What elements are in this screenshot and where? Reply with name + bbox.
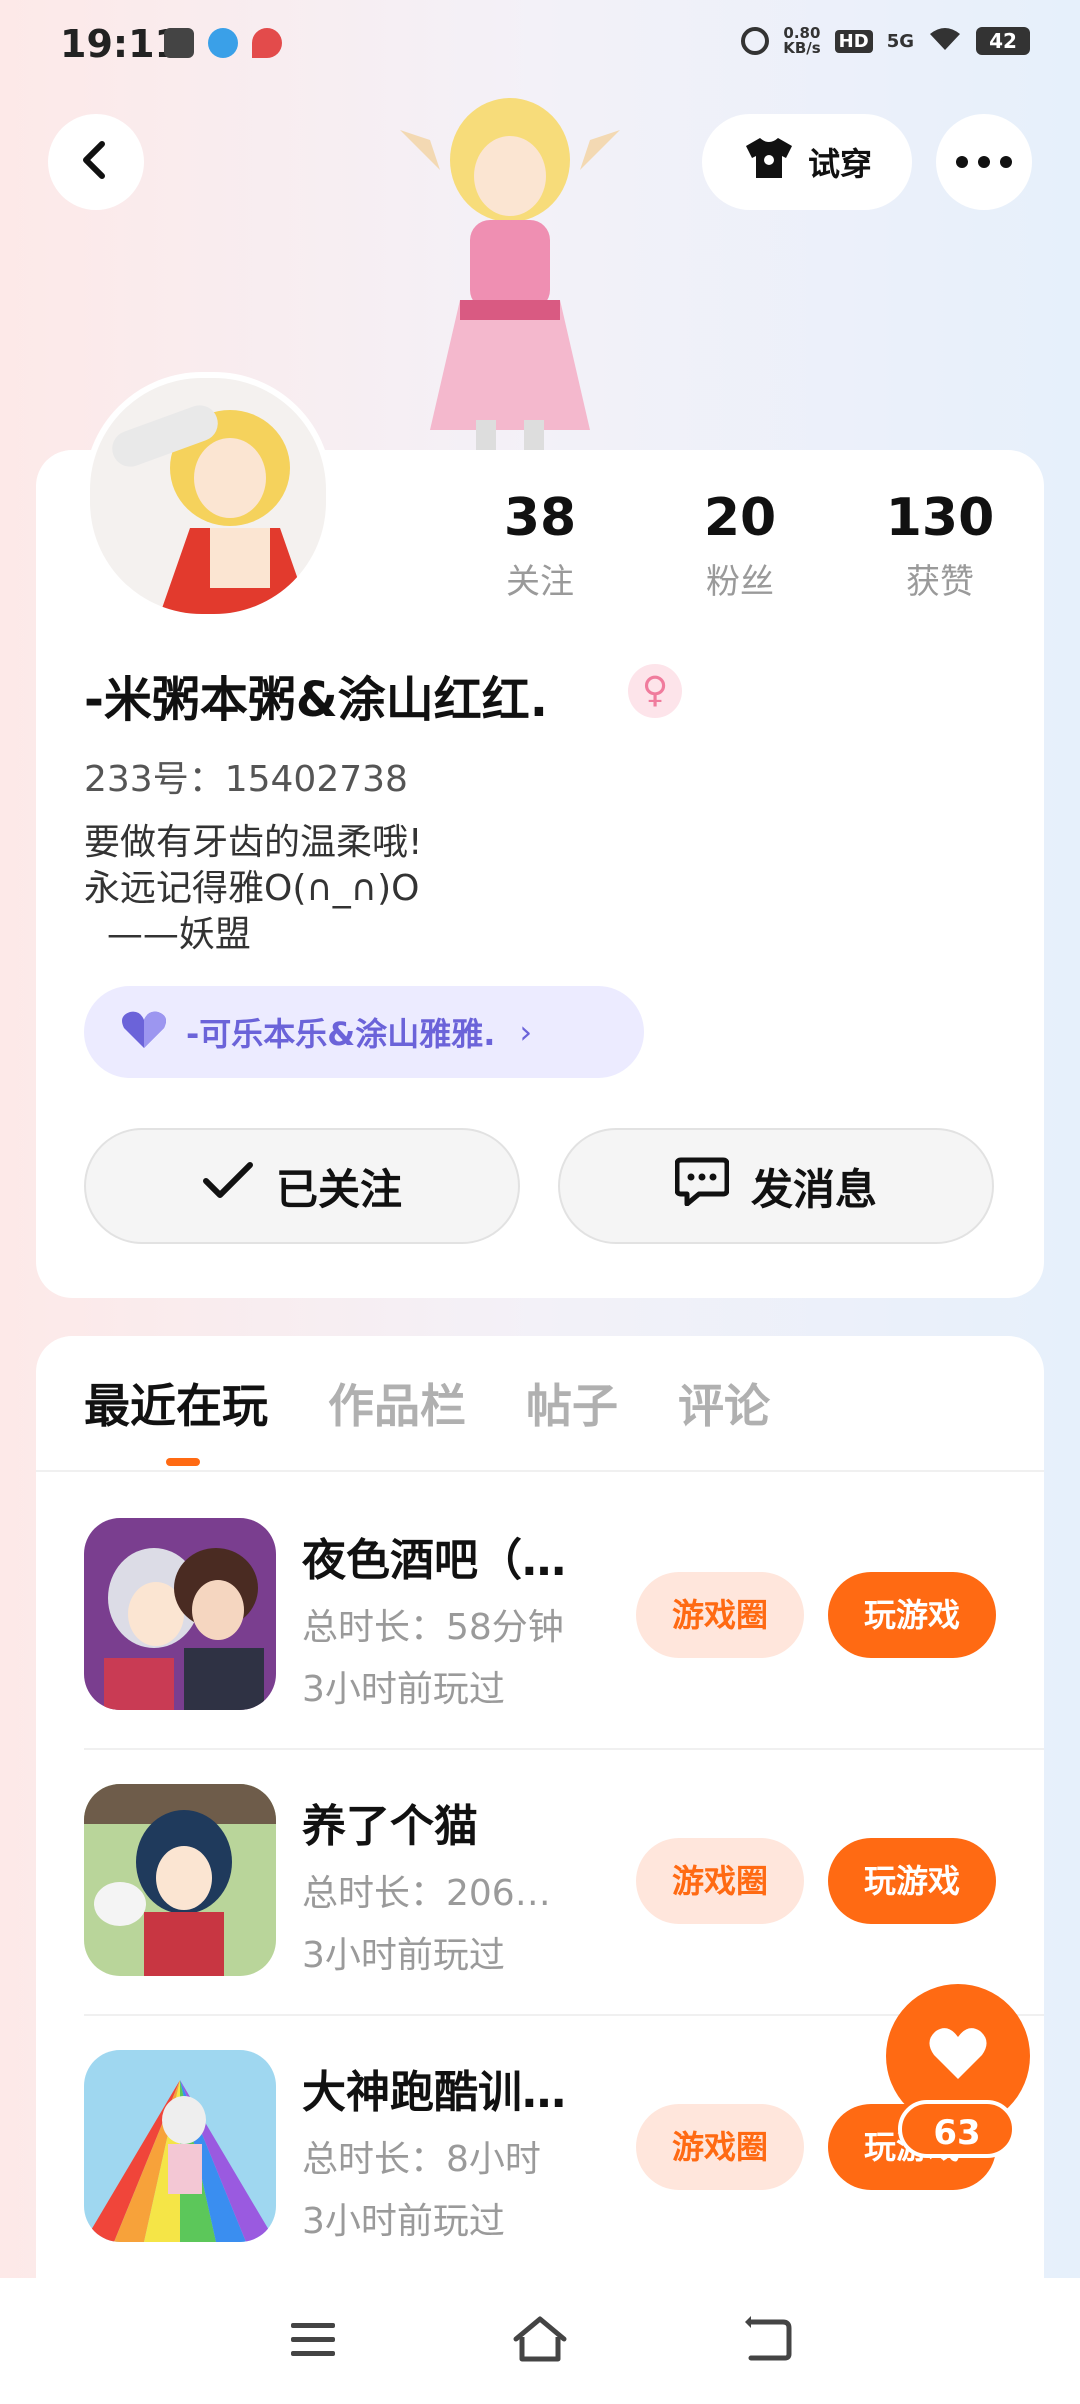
heart-couple-icon (120, 1010, 168, 1054)
active-tab-indicator (166, 1458, 200, 1466)
browser-notification-icon (208, 28, 238, 58)
avatar[interactable] (84, 372, 332, 620)
menu-button[interactable] (273, 2301, 353, 2381)
wifi-icon (928, 26, 962, 56)
couple-name: -可乐本乐&涂山雅雅. (186, 1015, 496, 1053)
battery-icon: 42 (976, 27, 1030, 55)
more-button[interactable] (936, 114, 1032, 210)
game-last-played: 3小时前玩过 (302, 1935, 505, 1976)
tab-posts[interactable]: 帖子 (526, 1370, 618, 1436)
game-duration: 总时长：58分钟 (302, 1607, 564, 1648)
home-button[interactable] (500, 2301, 580, 2381)
location-notification-icon (252, 28, 282, 58)
game-title: 夜色酒吧（… (302, 1535, 566, 1586)
back-icon (741, 2316, 793, 2366)
try-on-button[interactable]: 试穿 (702, 114, 912, 210)
signal-icon: 5G (886, 30, 914, 52)
followed-button[interactable]: 已关注 (84, 1128, 520, 1244)
couple-link[interactable]: -可乐本乐&涂山雅雅. › (84, 986, 644, 1078)
stat-following[interactable]: 38 关注 (440, 488, 640, 603)
tab-recently-played[interactable]: 最近在玩 (84, 1370, 268, 1436)
game-circle-button[interactable]: 游戏圈 (636, 2104, 804, 2190)
chevron-right-icon: › (519, 1013, 533, 1051)
tab-bar: 最近在玩 作品栏 帖子 评论 (84, 1370, 770, 1436)
hd-badge: HD (834, 29, 873, 53)
heart-icon (928, 2027, 988, 2085)
tab-works[interactable]: 作品栏 (328, 1370, 466, 1436)
game-last-played: 3小时前玩过 (302, 2201, 505, 2242)
stat-fans[interactable]: 20 粉丝 (640, 488, 840, 603)
profile-stats: 38 关注 20 粉丝 130 获赞 (440, 488, 1040, 603)
try-on-label: 试穿 (807, 145, 872, 183)
like-count: 63 (898, 2100, 1016, 2158)
username: -米粥本粥&涂山红红. (84, 672, 549, 728)
status-time: 19:11 (60, 22, 181, 66)
game-row[interactable]: 养了个猫 总时长：206… 3小时前玩过 游戏圈 玩游戏 (84, 1784, 1044, 2050)
game-duration: 总时长：8小时 (302, 2139, 541, 2180)
character-art (400, 90, 620, 450)
menu-icon (289, 2319, 337, 2363)
game-last-played: 3小时前玩过 (302, 1669, 505, 1710)
tab-comments[interactable]: 评论 (678, 1370, 770, 1436)
bio: 要做有牙齿的温柔哦! 永远记得雅O(∩_∩)O ——妖盟 (84, 822, 423, 955)
check-icon (202, 1161, 254, 1211)
game-icon (84, 1784, 276, 1976)
user-id: 233号：15402738 (84, 759, 408, 800)
back-arrow-icon (78, 140, 114, 184)
app-notification-icon (164, 28, 194, 58)
alarm-icon (741, 27, 770, 55)
shirt-icon (742, 136, 796, 188)
game-row[interactable]: 夜色酒吧（… 总时长：58分钟 3小时前玩过 游戏圈 玩游戏 (84, 1518, 1044, 1784)
net-speed: 0.80 KB/s (783, 24, 821, 57)
game-circle-button[interactable]: 游戏圈 (636, 1572, 804, 1658)
game-duration: 总时长：206… (302, 1873, 551, 1914)
game-circle-button[interactable]: 游戏圈 (636, 1838, 804, 1924)
play-game-button[interactable]: 玩游戏 (828, 1838, 996, 1924)
game-icon (84, 1518, 276, 1710)
message-icon (674, 1156, 730, 1216)
home-icon (512, 2315, 568, 2367)
female-gender-icon: ♀ (628, 664, 682, 718)
followed-label: 已关注 (275, 1164, 402, 1214)
more-icon (956, 153, 1012, 172)
game-title: 养了个猫 (302, 1801, 478, 1852)
status-bar: 19:11 0.80 KB/s HD 5G 42 (0, 0, 1080, 96)
back-nav-button[interactable] (727, 2301, 807, 2381)
play-game-button[interactable]: 玩游戏 (828, 1572, 996, 1658)
back-button[interactable] (48, 114, 144, 210)
message-label: 发消息 (750, 1164, 877, 1214)
game-icon (84, 2050, 276, 2242)
stat-likes[interactable]: 130 获赞 (840, 488, 1040, 603)
system-nav-bar (0, 2278, 1080, 2404)
game-title: 大神跑酷训… (302, 2067, 566, 2118)
send-message-button[interactable]: 发消息 (558, 1128, 994, 1244)
